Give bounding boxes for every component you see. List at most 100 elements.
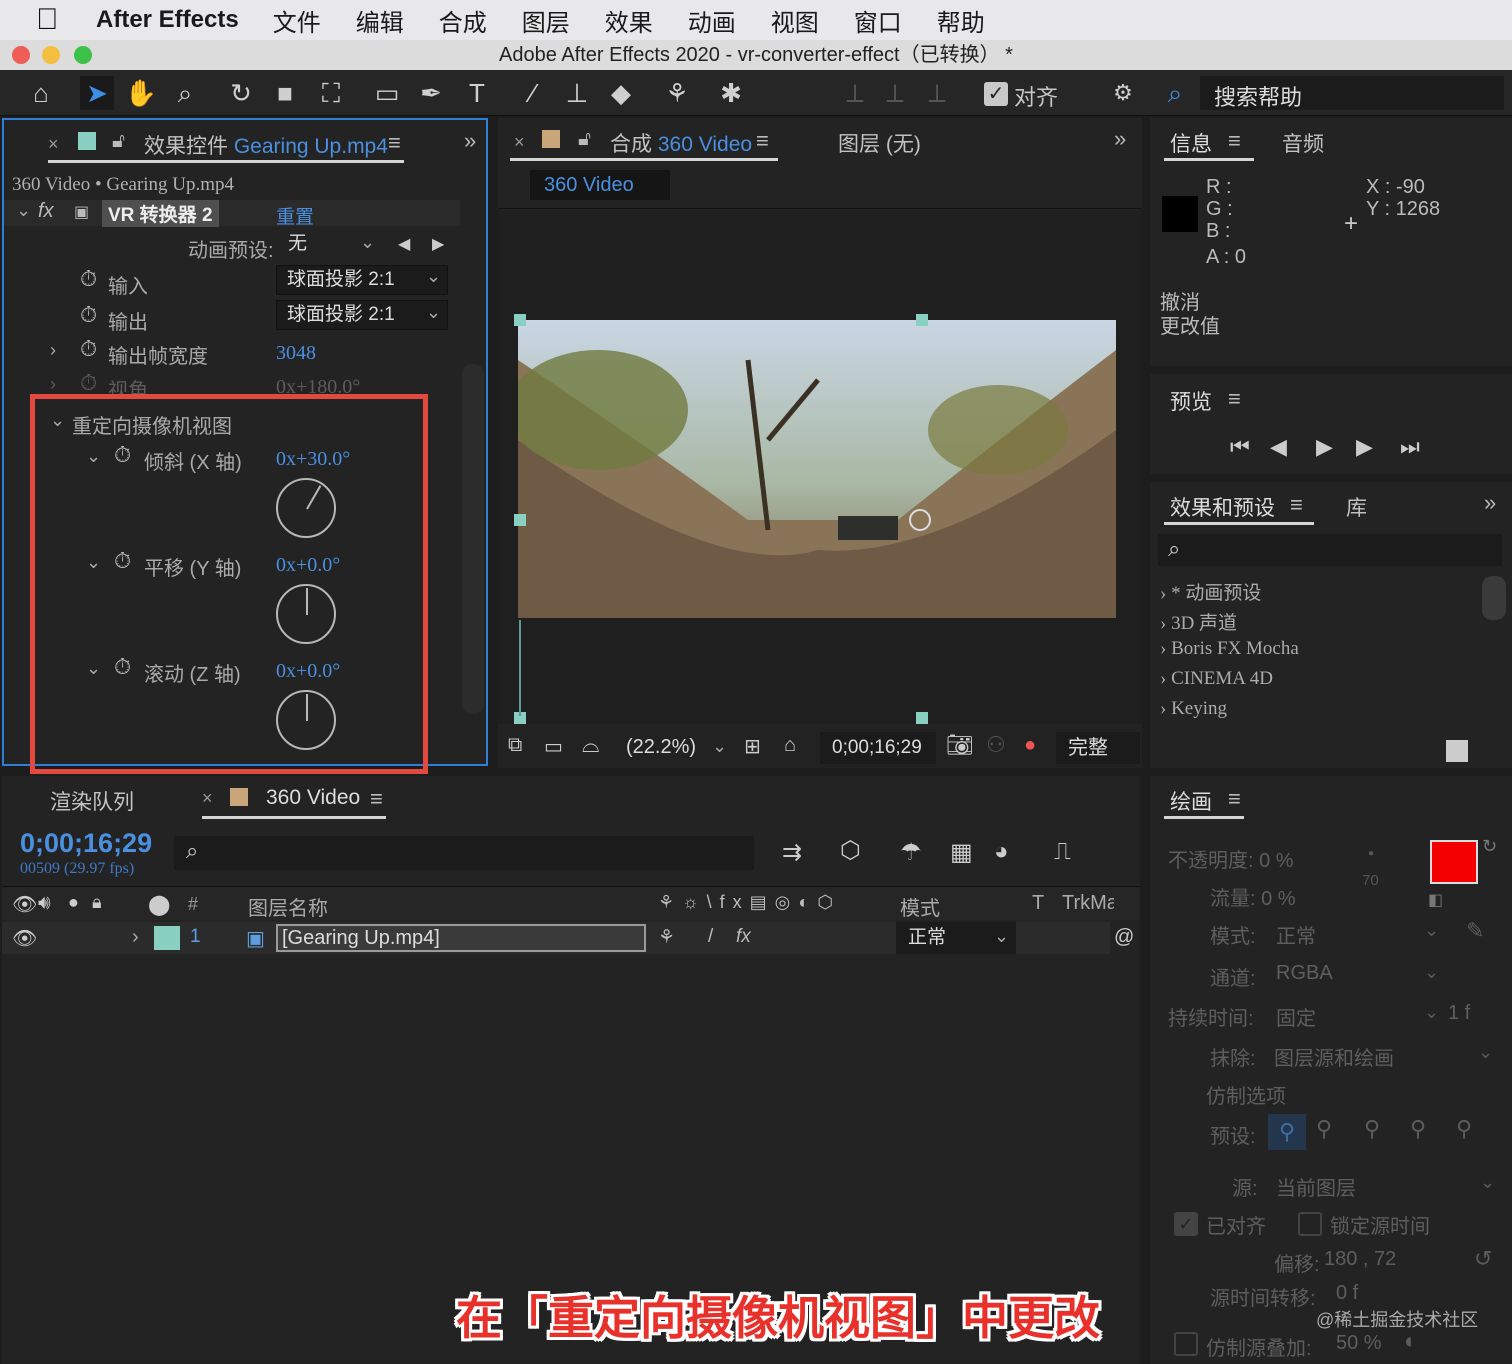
tab-timeline-comp[interactable]: 360 Video — [266, 786, 360, 810]
snapshot-icon[interactable]: 📷︎ — [946, 732, 974, 758]
eye-icon[interactable]: 👁︎ — [12, 892, 37, 917]
viewer-area[interactable] — [498, 210, 1142, 724]
offset-value[interactable]: 180 , 72 — [1324, 1248, 1396, 1271]
zoom-window-button[interactable] — [74, 46, 92, 64]
channel-value[interactable]: RGBA — [1276, 962, 1333, 985]
prev-keyframe-icon[interactable]: ◀ — [398, 234, 410, 254]
resolution-dropdown[interactable]: 完整 — [1056, 732, 1140, 764]
comp-mini-flowchart-icon[interactable]: ⇉ — [782, 838, 802, 867]
menu-edit[interactable]: 编辑 — [356, 3, 404, 38]
duration-frames[interactable]: 1 f — [1448, 1002, 1470, 1025]
zoom-chevron-icon[interactable]: ⌄ — [712, 736, 727, 757]
layer-visibility-icon[interactable]: 👁︎ — [12, 926, 37, 951]
flow-field[interactable]: 流量: 0 % — [1210, 882, 1296, 911]
layer-row[interactable]: 👁︎ › 1 ▣ [Gearing Up.mp4] ⚘ / fx 正常 ⌄ @ — [2, 922, 1134, 954]
transform-handle[interactable] — [916, 314, 928, 326]
pen-tool-icon[interactable]: ✒ — [414, 76, 448, 110]
tab-preview[interactable]: 预览 — [1170, 386, 1212, 416]
frame-blending-icon[interactable]: ▦ — [950, 838, 973, 867]
eyedropper-icon[interactable]: ✎ — [1466, 918, 1484, 944]
expand-panels-icon[interactable]: » — [1114, 126, 1126, 152]
next-keyframe-icon[interactable]: ▶ — [432, 234, 444, 254]
layer-name-header[interactable]: 图层名称 — [248, 892, 328, 921]
stopwatch-icon[interactable]: ⏱︎ — [80, 370, 97, 396]
search-icon[interactable]: ⌕ — [1168, 536, 1180, 562]
expand-panels-icon[interactable]: » — [464, 128, 476, 154]
transform-handle[interactable] — [514, 514, 526, 526]
label-tag-icon[interactable]: ⬤ — [148, 892, 170, 917]
lock-icon[interactable]: 🔒︎ — [92, 892, 102, 913]
menu-view[interactable]: 视图 — [771, 3, 819, 38]
stopwatch-icon[interactable]: ⏱︎ — [80, 302, 97, 328]
play-icon[interactable]: ▶ — [1316, 434, 1333, 460]
list-scrollbar[interactable] — [1482, 576, 1506, 620]
reset-link[interactable]: 重置 — [276, 202, 314, 229]
close-tab-icon[interactable]: × — [514, 132, 525, 153]
timeline-search-field[interactable] — [174, 836, 754, 870]
reset-offset-icon[interactable]: ↺ — [1474, 1246, 1492, 1272]
menu-composition[interactable]: 合成 — [439, 3, 487, 38]
clone-preset-1-icon[interactable]: ⚲ — [1268, 1114, 1306, 1150]
show-snapshot-icon[interactable]: ⚇ — [986, 732, 1006, 758]
tab-effects-presets[interactable]: 效果和预设 — [1170, 492, 1275, 522]
tab-render-queue[interactable]: 渲染队列 — [50, 786, 134, 816]
clone-preset-5-icon[interactable]: ⚲ — [1456, 1116, 1472, 1142]
lock-icon[interactable]: 🔓︎ — [578, 128, 591, 151]
next-frame-icon[interactable]: ▶ — [1356, 434, 1373, 460]
clone-preset-4-icon[interactable]: ⚲ — [1410, 1116, 1426, 1142]
selection-tool-icon[interactable]: ➤ — [80, 76, 114, 110]
source-value[interactable]: 当前图层 — [1276, 1172, 1356, 1201]
clone-preset-3-icon[interactable]: ⚲ — [1364, 1116, 1380, 1142]
lock-icon[interactable]: 🔓︎ — [112, 130, 125, 153]
hand-tool-icon[interactable]: ✋ — [124, 76, 158, 110]
solo-icon[interactable]: ● — [68, 892, 79, 913]
clone-overlay-checkbox[interactable] — [1174, 1332, 1198, 1356]
monitor-icon[interactable]: ▭ — [544, 734, 563, 759]
grid-icon[interactable]: ⊞ — [744, 734, 761, 759]
stopwatch-icon[interactable]: ⏱︎ — [80, 266, 97, 292]
comp-navigator-chip[interactable]: 360 Video — [530, 170, 670, 200]
menu-layer[interactable]: 图层 — [522, 3, 570, 38]
quality-switch-icon[interactable]: / — [708, 926, 713, 948]
foreground-color[interactable] — [1430, 840, 1478, 884]
workspace-icon[interactable]: ⚙ — [1106, 76, 1140, 110]
transform-handle[interactable] — [916, 712, 928, 724]
audio-icon[interactable]: 🔊︎ — [38, 892, 51, 915]
swap-colors-icon[interactable]: ↻ — [1482, 836, 1497, 857]
apple-icon[interactable]:  — [36, 4, 68, 36]
close-window-button[interactable] — [12, 46, 30, 64]
new-preset-icon[interactable] — [1446, 740, 1468, 762]
menu-help[interactable]: 帮助 — [937, 3, 985, 38]
panel-menu-icon[interactable]: ≡ — [1228, 128, 1241, 154]
zoom-level[interactable]: (22.2%) — [626, 736, 696, 759]
source-time-shift-value[interactable]: 0 f — [1336, 1282, 1358, 1305]
fx-switch-icon[interactable]: fx — [736, 926, 751, 948]
roto-brush-tool-icon[interactable]: ⚘ — [660, 76, 694, 110]
layer-label-color[interactable] — [154, 926, 180, 950]
shy-layers-icon[interactable]: ☂ — [900, 838, 922, 867]
output-dropdown[interactable]: 球面投影 2:1 — [276, 300, 448, 330]
tab-effect-controls[interactable]: 效果控件 Gearing Up.mp4 — [144, 130, 388, 160]
erase-value[interactable]: 图层源和绘画 — [1274, 1042, 1394, 1071]
lock-source-time-checkbox[interactable] — [1298, 1212, 1322, 1236]
camera-tool-icon[interactable]: ■ — [268, 76, 302, 110]
effect-name[interactable]: VR 转换器 2 — [102, 200, 219, 227]
tab-audio[interactable]: 音频 — [1282, 128, 1324, 158]
transform-handle[interactable] — [514, 314, 526, 326]
pickwhip-icon[interactable]: @ — [1114, 926, 1134, 949]
panel-menu-icon[interactable]: ≡ — [388, 130, 401, 156]
clone-preset-2-icon[interactable]: ⚲ — [1316, 1116, 1332, 1142]
clone-stamp-tool-icon[interactable]: ⊥ — [560, 76, 594, 110]
preset-item-cinema4d[interactable]: › CINEMA 4D — [1160, 668, 1273, 690]
graph-editor-icon[interactable]: ⎍ — [1054, 838, 1071, 866]
panel-menu-icon[interactable]: ≡ — [370, 786, 383, 812]
timeline-timecode[interactable]: 0;00;16;29 — [20, 828, 152, 859]
first-frame-icon[interactable]: ⏮ — [1230, 434, 1250, 460]
tab-info[interactable]: 信息 — [1170, 128, 1212, 158]
frame-width-value[interactable]: 3048 — [276, 342, 316, 365]
mask-visibility-icon[interactable]: ⌂ — [784, 734, 796, 757]
panel-menu-icon[interactable]: ≡ — [1290, 492, 1303, 518]
layer-name-field[interactable]: [Gearing Up.mp4] — [276, 924, 646, 952]
fx-icon[interactable]: fx — [38, 200, 54, 223]
duration-value[interactable]: 固定 — [1276, 1002, 1316, 1031]
